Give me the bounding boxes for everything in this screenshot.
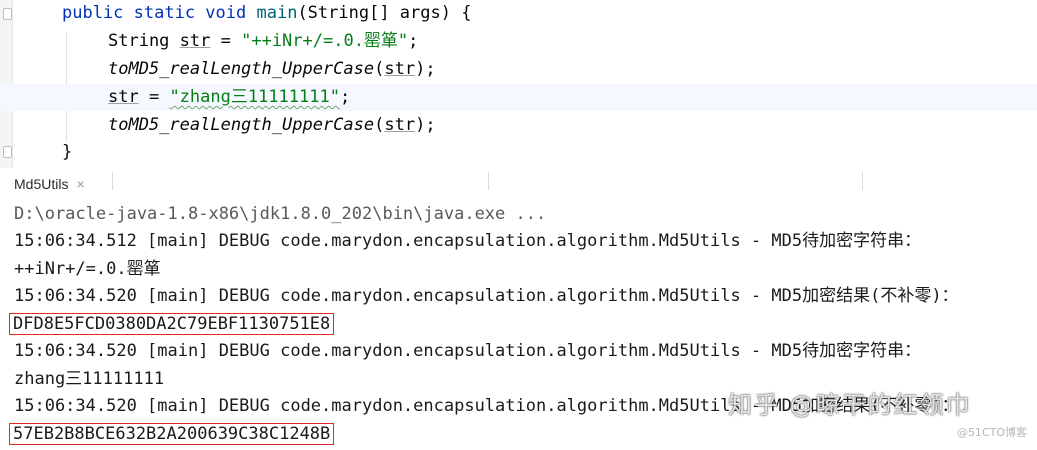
console-line-command: D:\oracle-java-1.8-x86\jdk1.8.0_202\bin\… bbox=[14, 204, 547, 224]
variable-str: str bbox=[179, 31, 211, 51]
paren-open: ( bbox=[374, 59, 385, 79]
type-name: String bbox=[108, 31, 170, 51]
code-line-2[interactable]: String str = "++iNr+/=.0.罂箪"; bbox=[0, 28, 418, 55]
method-name: main bbox=[256, 3, 298, 23]
tab-separator bbox=[112, 172, 113, 190]
console-line-log: 15:06:34.512 [main] DEBUG code.marydon.e… bbox=[14, 231, 922, 251]
paren-close: ); bbox=[415, 59, 436, 79]
code-line-1[interactable]: public static void main(String[] args) { bbox=[0, 0, 471, 27]
paren-open: ( bbox=[374, 115, 385, 135]
tab-label: Md5Utils bbox=[14, 176, 69, 192]
method-call: toMD5_realLength_UpperCase bbox=[108, 115, 375, 135]
semicolon: ; bbox=[408, 31, 419, 51]
tab-separator bbox=[488, 172, 489, 190]
console-line-input: zhang三11111111 bbox=[14, 369, 165, 389]
run-tab-bar: Md5Utils × bbox=[0, 168, 1037, 200]
paren-close: ); bbox=[415, 115, 436, 135]
variable-str: str bbox=[384, 59, 416, 79]
keywords: public static void bbox=[62, 3, 247, 23]
variable-str: str bbox=[384, 115, 416, 135]
md5-result-highlight: DFD8E5FCD0380DA2C79EBF1130751E8 bbox=[9, 313, 335, 335]
assign-op: = bbox=[210, 31, 242, 51]
code-line-6[interactable]: } bbox=[0, 139, 72, 166]
watermark-text: 知乎 @晾干的红领巾 bbox=[728, 391, 972, 419]
assign-op: = bbox=[138, 87, 170, 107]
code-line-5[interactable]: toMD5_realLength_UpperCase(str); bbox=[0, 112, 436, 139]
semicolon: ; bbox=[339, 87, 351, 107]
closing-brace: } bbox=[62, 142, 73, 162]
signature: (String[] args) { bbox=[297, 3, 472, 23]
tab-separator bbox=[862, 172, 863, 190]
close-icon[interactable]: × bbox=[76, 176, 84, 192]
string-literal: "++iNr+/=.0.罂箪" bbox=[241, 31, 409, 51]
console-line-result: 57EB2B8BCE632B2A200639C38C1248B bbox=[9, 421, 335, 448]
console-line-input: ++iNr+/=.0.罂箪 bbox=[14, 259, 161, 279]
code-line-4[interactable]: str = "zhang三11111111"; bbox=[0, 84, 1037, 111]
md5-result-highlight: 57EB2B8BCE632B2A200639C38C1248B bbox=[9, 423, 335, 445]
method-call: toMD5_realLength_UpperCase bbox=[108, 59, 375, 79]
console-line-log: 15:06:34.520 [main] DEBUG code.marydon.e… bbox=[14, 341, 922, 361]
code-line-3[interactable]: toMD5_realLength_UpperCase(str); bbox=[0, 56, 436, 83]
console-line-log: 15:06:34.520 [main] DEBUG code.marydon.e… bbox=[14, 286, 959, 306]
tab-md5utils[interactable]: Md5Utils × bbox=[0, 168, 91, 200]
watermark-small: @51CTO博客 bbox=[956, 426, 1027, 439]
variable-str: str bbox=[108, 87, 139, 107]
console-line-result: DFD8E5FCD0380DA2C79EBF1130751E8 bbox=[9, 311, 335, 338]
string-literal: "zhang三11111111" bbox=[169, 87, 340, 107]
code-editor[interactable]: public static void main(String[] args) {… bbox=[0, 0, 1037, 168]
